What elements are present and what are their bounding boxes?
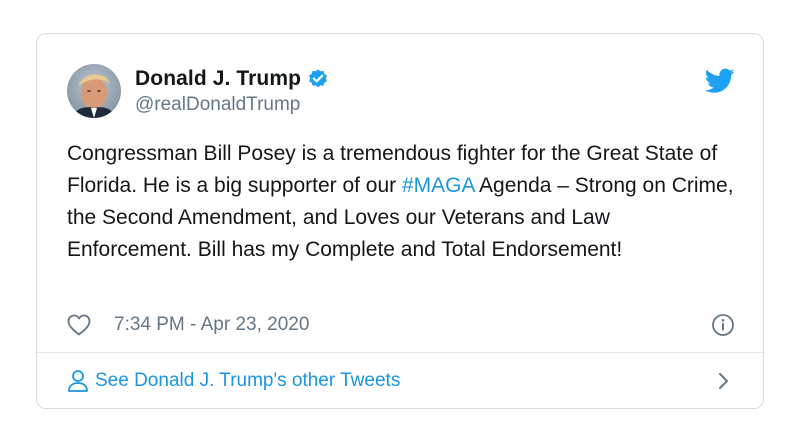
- verified-badge-icon: [307, 68, 329, 90]
- author-handle[interactable]: @realDonaldTrump: [135, 94, 300, 116]
- author-name[interactable]: Donald J. Trump: [135, 67, 301, 91]
- avatar[interactable]: [67, 64, 121, 118]
- person-icon: [67, 369, 89, 393]
- heart-icon[interactable]: [67, 314, 91, 336]
- tweet-meta: 7:34 PM - Apr 23, 2020: [67, 311, 735, 339]
- see-other-tweets-link[interactable]: See Donald J. Trump's other Tweets: [95, 370, 400, 392]
- tweet-header: Donald J. Trump @realDonaldTrump: [67, 64, 735, 120]
- twitter-bird-icon[interactable]: [704, 68, 735, 94]
- info-icon[interactable]: [711, 313, 735, 337]
- author-name-row: Donald J. Trump: [135, 67, 329, 91]
- tweet-text: Congressman Bill Posey is a tremendous f…: [67, 138, 737, 266]
- footer-link-row[interactable]: See Donald J. Trump's other Tweets: [67, 353, 735, 409]
- tweet-card: Donald J. Trump @realDonaldTrump Congres…: [36, 33, 764, 409]
- chevron-right-icon[interactable]: [717, 372, 731, 390]
- hashtag-link[interactable]: #MAGA: [402, 174, 474, 197]
- tweet-timestamp[interactable]: 7:34 PM - Apr 23, 2020: [114, 314, 309, 336]
